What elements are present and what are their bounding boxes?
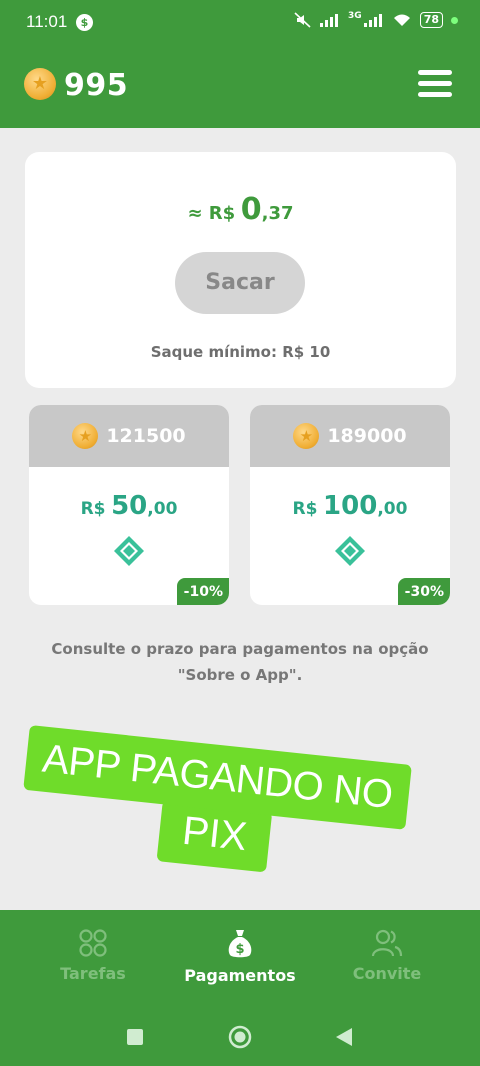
option-amount-decimal: ,00 <box>147 499 178 519</box>
app-notification-icon: $ <box>76 14 93 31</box>
option-price: R$ 50,00 <box>29 491 229 521</box>
option-amount-decimal: ,00 <box>377 499 408 519</box>
minimum-withdraw-text: Saque mínimo: R$ 10 <box>150 343 331 361</box>
svg-text:$: $ <box>235 942 244 957</box>
option-coins: 121500 <box>106 425 186 447</box>
payout-option-100[interactable]: 189000 R$ 100,00 -30% <box>250 405 450 605</box>
signal-icon-2 <box>363 14 382 27</box>
nav-tab-tarefas[interactable]: Tarefas <box>23 928 163 983</box>
status-icons: 3G 78 <box>294 11 458 28</box>
nav-tab-pagamentos[interactable]: $ Pagamentos <box>170 928 310 985</box>
pix-icon <box>114 536 144 566</box>
money-bag-icon: $ <box>228 930 252 958</box>
grid-icon <box>79 929 107 957</box>
withdraw-button[interactable]: Sacar <box>175 252 305 314</box>
withdraw-card: ≈ R$ 0,37 Sacar Saque mínimo: R$ 10 <box>25 152 456 388</box>
menu-bar <box>418 92 452 97</box>
coin-balance: 995 <box>64 68 129 103</box>
nav-label: Tarefas <box>60 964 126 983</box>
wifi-icon <box>393 14 410 26</box>
status-bar: 11:01 $ 3G 78 <box>0 0 480 46</box>
option-amount-integer: 50 <box>111 491 148 521</box>
coin-icon <box>24 68 56 100</box>
option-coins: 189000 <box>327 425 407 447</box>
signal-icon <box>320 14 339 27</box>
nav-tab-convite[interactable]: Convite <box>317 928 457 983</box>
amount-prefix: ≈ R$ <box>187 203 236 224</box>
status-time: 11:01 <box>26 12 68 31</box>
discount-badge: -30% <box>397 578 450 605</box>
menu-bar <box>418 81 452 86</box>
amount-integer: 0 <box>240 192 262 227</box>
menu-bar <box>418 70 452 75</box>
recents-button[interactable] <box>126 1028 144 1046</box>
app-header: 11:01 $ 3G 78 995 <box>0 0 480 128</box>
option-header: 121500 <box>29 405 229 467</box>
option-amount-integer: 100 <box>323 491 378 521</box>
payment-info-text: Consulte o prazo para pagamentos na opçã… <box>51 640 429 684</box>
back-button[interactable] <box>335 1027 353 1047</box>
mute-icon <box>294 12 311 28</box>
users-icon <box>371 929 403 957</box>
amount-decimal: ,37 <box>261 203 294 224</box>
promo-banner: APP PAGANDO NO PIX <box>17 725 412 886</box>
bottom-navigation: Tarefas $ Pagamentos Convite <box>0 910 480 1066</box>
privacy-dot-icon <box>451 16 458 24</box>
option-currency: R$ <box>80 499 106 519</box>
payout-option-50[interactable]: 121500 R$ 50,00 -10% <box>29 405 229 605</box>
home-button[interactable] <box>228 1025 252 1049</box>
discount-badge: -10% <box>176 578 229 605</box>
coin-icon <box>72 423 99 449</box>
balance-amount: ≈ R$ 0,37 <box>25 192 456 227</box>
menu-button[interactable] <box>418 70 452 98</box>
option-currency: R$ <box>292 499 318 519</box>
network-type: 3G <box>348 11 362 21</box>
nav-label: Pagamentos <box>184 966 296 985</box>
battery-indicator: 78 <box>419 12 443 28</box>
option-price: R$ 100,00 <box>250 491 450 521</box>
coin-icon <box>293 423 320 449</box>
nav-label: Convite <box>352 964 422 983</box>
option-header: 189000 <box>250 405 450 467</box>
pix-icon <box>335 536 365 566</box>
